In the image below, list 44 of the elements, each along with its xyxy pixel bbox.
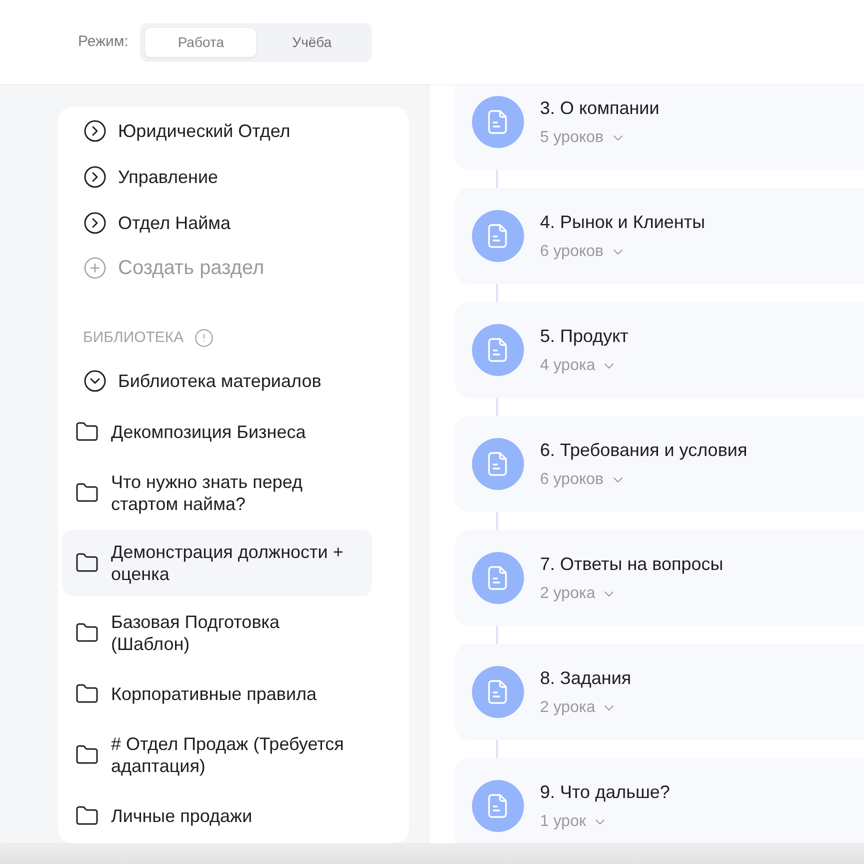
timeline-connector: [496, 170, 498, 188]
module-title: 9. Что дальше?: [540, 780, 670, 802]
sidebar-section[interactable]: Юридический Отдел: [83, 108, 397, 154]
document-icon: [472, 666, 524, 718]
timeline-connector: [496, 740, 498, 758]
document-icon: [472, 552, 524, 604]
plus-circle-icon: [83, 256, 107, 280]
mode-label: Режим:: [78, 32, 128, 52]
folder-icon: [75, 420, 99, 444]
folder-item[interactable]: Базовая Подготовка (Шаблон): [62, 600, 372, 666]
document-icon: [472, 96, 524, 148]
module-title: 8. Задания: [540, 666, 632, 688]
folder-item[interactable]: Что нужно знать перед стартом найма?: [62, 460, 372, 526]
info-icon[interactable]: [194, 328, 214, 348]
folder-icon: [75, 621, 99, 645]
module-title: 4. Рынок и Клиенты: [540, 210, 706, 232]
folder-icon: [75, 551, 99, 575]
timeline-connector: [496, 284, 498, 302]
module-title: 5. Продукт: [540, 324, 628, 346]
folder-item[interactable]: # Отдел Продаж (Требуется адаптация): [62, 722, 372, 788]
timeline-connector: [496, 512, 498, 530]
folder-item[interactable]: Корпоративные правила: [62, 670, 372, 718]
sidebar-section[interactable]: Отдел Найма: [83, 200, 397, 246]
timeline-connector: [496, 626, 498, 644]
mode-tab[interactable]: Работа: [145, 28, 256, 56]
folder-icon: [75, 682, 99, 706]
module-title: 7. Ответы на вопросы: [540, 552, 724, 574]
folder-icon: [75, 743, 99, 767]
folder-item[interactable]: Демонстрация должности + оценка: [62, 530, 372, 596]
sidebar-section[interactable]: Управление: [83, 154, 397, 200]
folder-item[interactable]: Личные продажи: [62, 792, 372, 840]
document-icon: [472, 210, 524, 262]
section-heading: БИБЛИОТЕКА: [83, 328, 184, 348]
folder-icon: [75, 481, 99, 505]
document-icon: [472, 324, 524, 376]
module-title: 3. О компании: [540, 96, 660, 118]
mode-tab[interactable]: Учёба: [256, 28, 368, 56]
library-group[interactable]: Библиотека материалов: [83, 356, 397, 406]
folder-icon: [75, 804, 99, 828]
document-icon: [472, 438, 524, 490]
folder-item[interactable]: Декомпозиция Бизнеса: [62, 408, 372, 456]
module-title: 6. Требования и условия: [540, 438, 748, 460]
document-icon: [472, 780, 524, 832]
timeline-connector: [496, 398, 498, 416]
